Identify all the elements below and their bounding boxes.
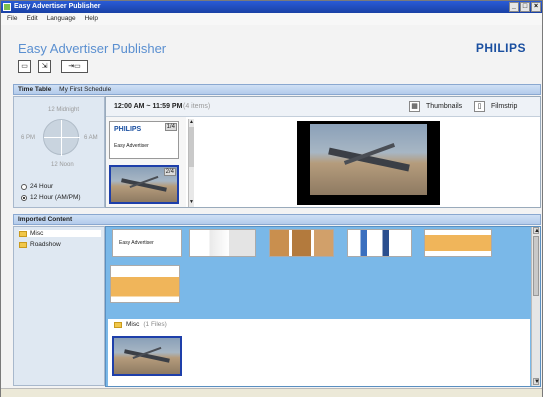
imported-header: Imported Content	[13, 214, 541, 225]
clock-label-right: 6 AM	[84, 135, 98, 141]
content-slide-caption: Easy Advertiser	[119, 240, 154, 246]
timetable-label: Time Table	[18, 86, 52, 93]
imported-label: Imported Content	[18, 216, 73, 223]
time-range: 12:00 AM ~ 11:59 PM	[114, 103, 183, 110]
slide-thumbnail-2[interactable]: 2/4	[109, 165, 179, 204]
publish-icon: ⇥▭	[68, 63, 81, 70]
content-thumbnail[interactable]	[189, 229, 256, 257]
filmstrip-view-icon[interactable]: ▯	[474, 101, 485, 112]
content-thumbnail[interactable]	[347, 229, 412, 257]
app-title: Easy Advertiser Publisher	[18, 41, 167, 56]
title-bar: Easy Advertiser Publisher _ □ ×	[1, 1, 542, 13]
misc-group-count: (1 Files)	[143, 321, 167, 328]
app-window: Easy Advertiser Publisher _ □ × File Edi…	[0, 0, 543, 397]
open-button[interactable]: ▭	[18, 60, 31, 73]
folder-tree: Misc Roadshow	[13, 226, 105, 386]
menu-help[interactable]: Help	[85, 13, 98, 25]
radio-24-hour-label: 24 Hour	[30, 183, 54, 190]
clock-label-bottom: 12 Noon	[51, 162, 74, 168]
save-button[interactable]: ⇲	[38, 60, 51, 73]
menu-bar: File Edit Language Help	[1, 13, 542, 25]
folder-label-roadshow: Roadshow	[30, 241, 61, 248]
scroll-down-icon[interactable]: ▼	[533, 378, 540, 385]
slide-strip-scrollbar[interactable]: ▲ ▼	[188, 119, 194, 207]
save-icon: ⇲	[41, 63, 48, 70]
scroll-thumb[interactable]	[189, 127, 194, 167]
minimize-button[interactable]: _	[509, 2, 519, 12]
publish-button[interactable]: ⇥▭	[61, 60, 88, 73]
misc-file-thumbnail[interactable]	[112, 336, 182, 376]
app-icon	[3, 3, 11, 11]
window-title: Easy Advertiser Publisher	[14, 3, 101, 10]
misc-group-header: Misc (1 Files)	[114, 321, 167, 328]
radio-12-hour-circle	[21, 194, 27, 201]
clock-label-left: 6 PM	[21, 135, 36, 141]
clock-divider-v	[61, 120, 62, 156]
folder-item-misc[interactable]: Misc	[19, 230, 101, 237]
folder-item-roadshow[interactable]: Roadshow	[19, 241, 61, 248]
close-button[interactable]: ×	[531, 2, 541, 12]
item-count: (4 items)	[183, 103, 211, 110]
menu-edit[interactable]: Edit	[26, 13, 37, 25]
menu-file[interactable]: File	[7, 13, 17, 25]
slide-1-brand: PHILIPS	[114, 126, 142, 133]
content-thumbnail[interactable]	[269, 229, 334, 257]
open-folder-icon: ▭	[21, 63, 28, 70]
radio-12-hour[interactable]: 12 Hour (AM/PM)	[21, 194, 81, 201]
schedule-name[interactable]: My First Schedule	[59, 86, 111, 93]
slide-badge-1: 1/4	[164, 123, 177, 131]
misc-group-title: Misc	[126, 321, 140, 328]
schedule-clock[interactable]	[43, 119, 80, 156]
slide-badge-2: 2/4	[163, 168, 176, 176]
clock-label-top: 12 Midnight	[48, 107, 80, 113]
content-gallery: Easy Advertiser Misc (1 Files) ▲ ▼	[105, 226, 541, 387]
thumbnails-view-icon[interactable]: ▦	[409, 101, 420, 112]
content-scrollbar[interactable]: ▲ ▼	[531, 227, 540, 386]
filmstrip-view-button[interactable]: Filmstrip	[491, 103, 517, 110]
thumbnails-view-button[interactable]: Thumbnails	[426, 103, 462, 110]
content-thumbnail[interactable]: Easy Advertiser	[112, 229, 182, 257]
folder-label-misc: Misc	[30, 230, 44, 237]
scroll-up-icon[interactable]: ▲	[533, 227, 540, 234]
misc-group: Misc (1 Files)	[108, 319, 530, 386]
scroll-up-icon[interactable]: ▲	[189, 119, 194, 127]
slide-thumbnail-1[interactable]: 1/4 PHILIPS Easy Advertiser	[109, 121, 179, 159]
radio-24-hour-circle	[21, 183, 27, 190]
slide-preview	[297, 121, 440, 205]
content-thumbnail[interactable]	[110, 265, 180, 303]
maximize-button[interactable]: □	[520, 2, 530, 12]
folder-icon	[19, 230, 27, 237]
window-controls: _ □ ×	[509, 2, 541, 12]
clock-divider-h	[44, 137, 80, 138]
radio-12-hour-label: 12 Hour (AM/PM)	[30, 194, 81, 201]
slide-strip: 1/4 PHILIPS Easy Advertiser 2/4	[106, 117, 186, 207]
scroll-thumb[interactable]	[533, 236, 539, 296]
content-thumbnail[interactable]	[424, 229, 492, 257]
scroll-down-icon[interactable]: ▼	[189, 199, 194, 207]
brand-logo: PHILIPS	[475, 41, 526, 55]
slide-1-caption: Easy Advertiser	[114, 143, 149, 149]
status-bar	[1, 388, 542, 397]
preview-image	[310, 124, 427, 195]
radio-24-hour[interactable]: 24 Hour	[21, 183, 53, 190]
menu-language[interactable]: Language	[47, 13, 76, 25]
folder-icon	[114, 321, 122, 328]
folder-icon	[19, 241, 27, 248]
schedule-toolbar: 12:00 AM ~ 11:59 PM (4 items) ▦ Thumbnai…	[106, 97, 540, 117]
timetable-header: Time Table My First Schedule	[13, 84, 541, 95]
